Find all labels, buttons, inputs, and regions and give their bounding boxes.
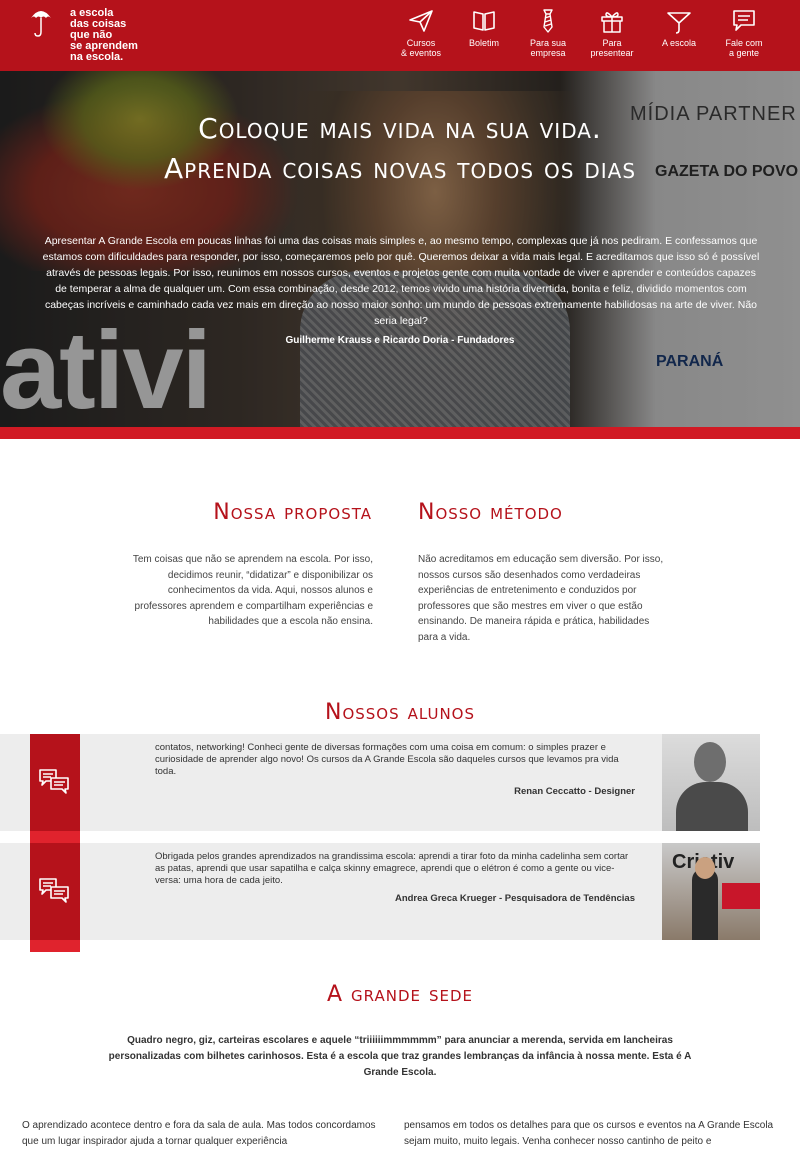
nav-a-escola[interactable]: A escola (648, 8, 710, 48)
testimonial-author: Renan Ceccatto - Designer (514, 786, 635, 797)
nav-label: Cursos & eventos (400, 38, 442, 58)
umbrella-logo-icon (31, 11, 51, 37)
hero-bottom-bar (0, 427, 800, 439)
testimonial-icon-bar (30, 843, 80, 940)
metodo-text: Não acreditamos em educação sem diversão… (418, 554, 664, 643)
nav-label: A escola (661, 38, 697, 48)
quote-bubbles-icon (39, 769, 69, 794)
main-nav: Cursos & eventos Boletim Para sua empres… (390, 0, 800, 71)
hero-text: Apresentar A Grande Escola em poucas lin… (42, 235, 760, 327)
alunos-title: Nossos alunos (324, 700, 476, 725)
testimonial-text: Obrigada pelos grandes aprendizados na g… (155, 851, 629, 886)
photo-figure (676, 782, 748, 831)
nav-cursos-eventos[interactable]: Cursos & eventos (390, 8, 452, 58)
photo-figure (694, 742, 726, 782)
proposta-title: Nossa proposta (213, 500, 372, 525)
nav-para-presentear[interactable]: Para presentear (581, 8, 643, 58)
quote-bubbles-icon (39, 878, 69, 903)
hero-banner: ativi MÍDIA PARTNER GAZETA DO POVO PARAN… (0, 71, 800, 427)
testimonial-text: contatos, networking! Conheci gente de d… (155, 742, 619, 777)
testimonial-author: Andrea Greca Krueger - Pesquisadora de T… (394, 893, 635, 904)
hero-title-line: Coloque mais vida na sua vida. (198, 112, 602, 145)
testimonial-card: Obrigada pelos grandes aprendizados na g… (0, 843, 760, 940)
gift-icon (601, 12, 623, 33)
nav-label: Para presentear (590, 38, 634, 58)
book-icon (473, 11, 495, 31)
sede-title: A grande sede (326, 982, 473, 1007)
umbrella-icon (667, 12, 691, 34)
logo-text: a escola das coisas que não se aprendem … (70, 7, 138, 63)
testimonial-card: contatos, networking! Conheci gente de d… (0, 734, 760, 831)
tie-icon (543, 9, 553, 33)
nav-para-sua-empresa[interactable]: Para sua empresa (517, 8, 579, 58)
testimonial-icon-foot (30, 831, 80, 843)
sede-bottom-left-text: O aprendizado acontece dentro e fora da … (22, 1120, 376, 1147)
testimonial-icon-bar (30, 734, 80, 831)
photo-figure (722, 883, 760, 909)
proposta-text: Tem coisas que não se aprendem na escola… (132, 554, 373, 627)
testimonial-photo: Criativ (662, 843, 760, 940)
nav-fale-com-a-gente[interactable]: Fale com a gente (713, 8, 775, 58)
testimonial-photo (662, 734, 760, 831)
metodo-title: Nosso método (418, 500, 563, 525)
speech-bubble-icon (733, 10, 755, 31)
testimonial-icon-foot (30, 940, 80, 952)
paper-plane-icon (409, 10, 433, 32)
site-header: a escola das coisas que não se aprendem … (0, 0, 800, 71)
hero-title: Coloque mais vida na sua vida. Aprenda c… (0, 109, 800, 189)
nav-label: Boletim (468, 38, 499, 48)
sede-text: Quadro negro, giz, carteiras escolares e… (108, 1035, 692, 1078)
photo-figure (695, 857, 715, 879)
nav-label: Para sua empresa (529, 38, 567, 58)
logo[interactable]: a escola das coisas que não se aprendem … (30, 8, 150, 63)
nav-boletim[interactable]: Boletim (453, 8, 515, 48)
nav-label: Fale com a gente (725, 38, 763, 58)
hero-title-line: Aprenda coisas novas todos os dias (163, 152, 637, 185)
hero-author: Guilherme Krauss e Ricardo Doria - Funda… (285, 335, 515, 346)
sede-bottom-right-text: pensamos em todos os detalhes para que o… (404, 1120, 774, 1147)
